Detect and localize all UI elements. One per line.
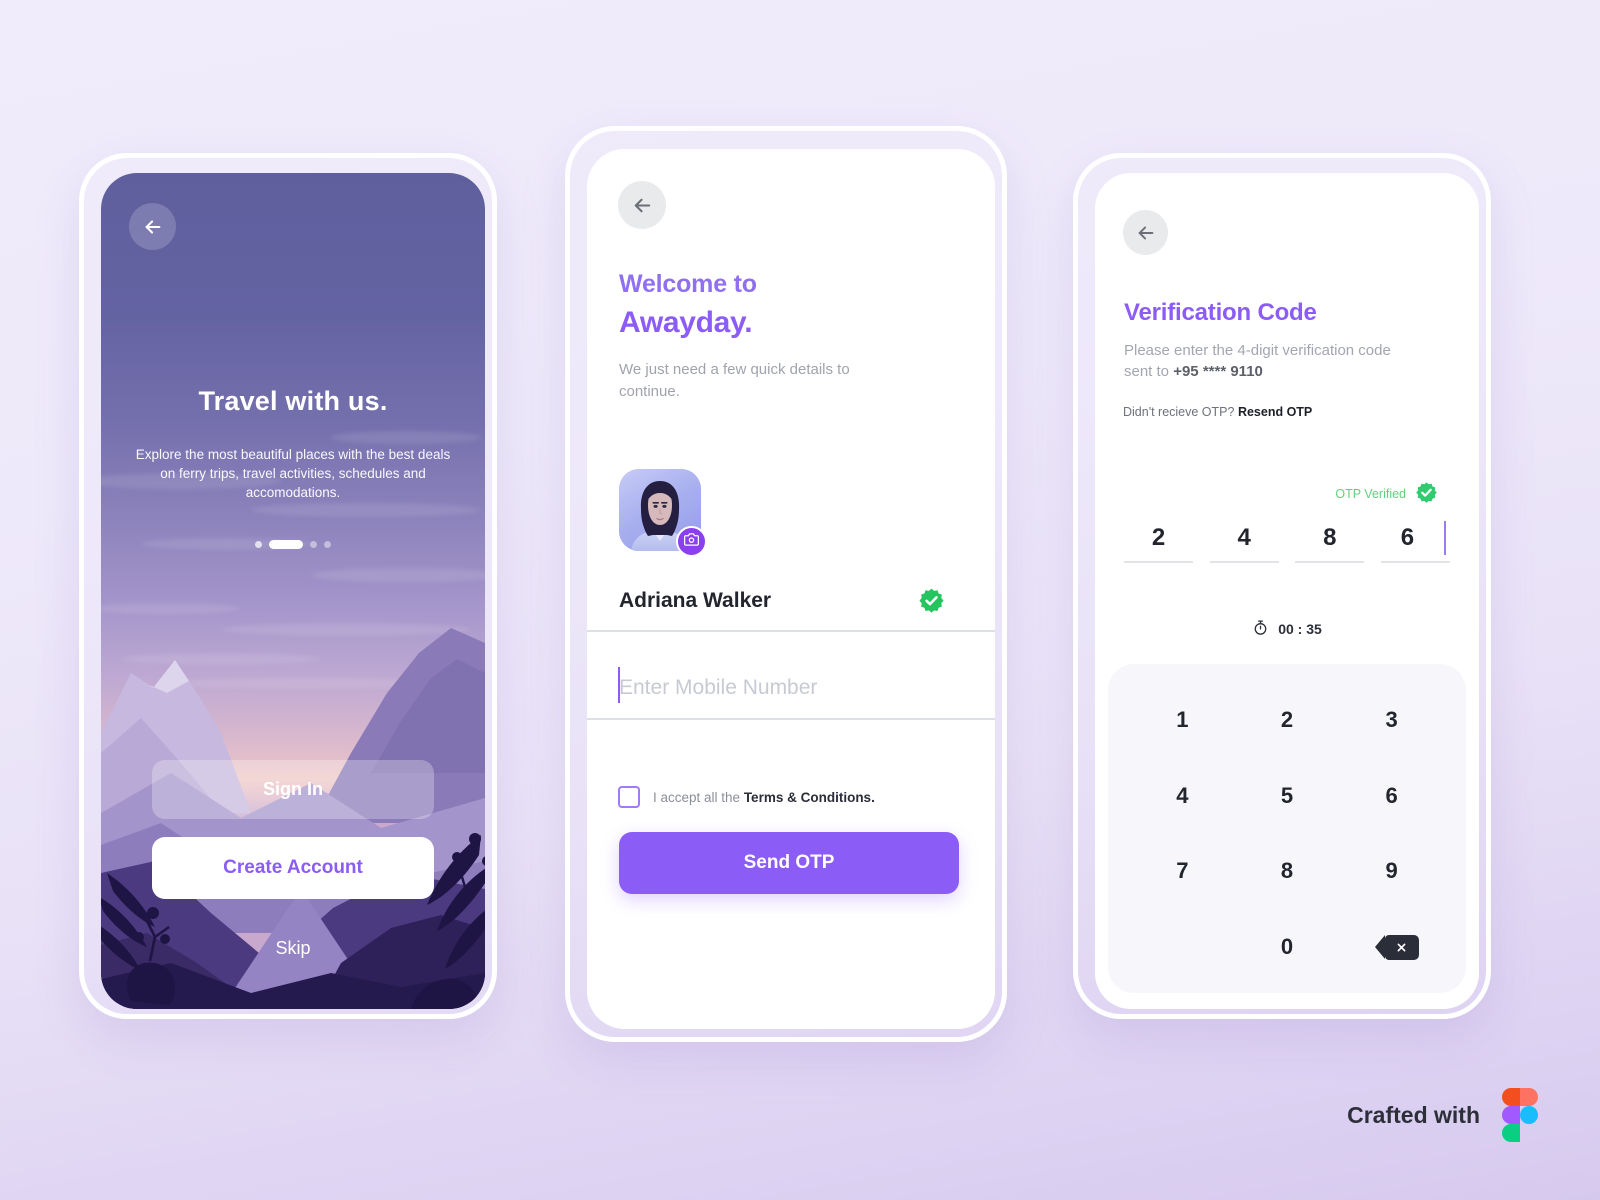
phone-frame-onboarding: Travel with us. Explore the most beautif… xyxy=(79,153,497,1019)
figma-logo-top-left xyxy=(1502,1088,1520,1106)
keypad-key-7[interactable]: 7 xyxy=(1130,834,1235,910)
back-button[interactable] xyxy=(1123,210,1168,255)
page-dot-0[interactable] xyxy=(255,541,262,548)
figma-logo-top-right xyxy=(1520,1088,1538,1106)
screen-onboarding: Travel with us. Explore the most beautif… xyxy=(101,173,485,1009)
otp-verified-label: OTP Verified xyxy=(1335,487,1406,501)
otp-underline-2 xyxy=(1295,561,1365,563)
terms-label: I accept all the Terms & Conditions. xyxy=(653,790,875,805)
back-button[interactable] xyxy=(129,203,176,250)
otp-digit-2: 8 xyxy=(1323,524,1337,551)
keypad-key-6[interactable]: 6 xyxy=(1339,758,1444,834)
stopwatch-icon xyxy=(1252,619,1269,639)
phone-frame-welcome: Welcome to Awayday. We just need a few q… xyxy=(565,126,1007,1042)
phone-frame-otp: Verification Code Please enter the 4-dig… xyxy=(1073,153,1491,1019)
otp-subtitle-phone: +95 **** 9110 xyxy=(1173,363,1263,381)
terms-checkbox[interactable] xyxy=(618,786,640,808)
name-field-value[interactable]: Adriana Walker xyxy=(619,589,771,613)
terms-row[interactable]: I accept all the Terms & Conditions. xyxy=(618,786,875,808)
onboarding-title: Travel with us. xyxy=(198,386,388,416)
back-button[interactable] xyxy=(618,181,666,229)
screen-otp: Verification Code Please enter the 4-dig… xyxy=(1095,173,1479,1009)
footer-text: Crafted with xyxy=(1347,1101,1480,1128)
send-otp-button[interactable]: Send OTP xyxy=(619,832,959,894)
screen-welcome: Welcome to Awayday. We just need a few q… xyxy=(587,149,995,1029)
terms-link[interactable]: Terms & Conditions. xyxy=(744,790,875,805)
camera-button[interactable] xyxy=(676,526,707,557)
onboarding-subtitle: Explore the most beautiful places with t… xyxy=(135,447,451,501)
keypad-key-9[interactable]: 9 xyxy=(1339,834,1444,910)
page-dot-1-active[interactable] xyxy=(269,540,303,549)
verified-badge-icon xyxy=(1415,481,1438,507)
keypad-key-0[interactable]: 0 xyxy=(1235,909,1340,985)
otp-digit-3: 6 xyxy=(1400,524,1415,551)
otp-cell-3[interactable]: 6 xyxy=(1380,521,1450,563)
figma-logo xyxy=(1502,1088,1538,1142)
page-dot-2[interactable] xyxy=(310,541,317,548)
phone-input-placeholder[interactable]: Enter Mobile Number xyxy=(619,676,817,700)
camera-icon xyxy=(684,532,699,552)
avatar-uploader[interactable] xyxy=(619,469,707,557)
arrow-left-icon xyxy=(631,194,654,217)
resend-otp-link[interactable]: Resend OTP xyxy=(1238,405,1312,419)
backspace-icon[interactable] xyxy=(1374,934,1419,960)
brand-name: Awayday. xyxy=(619,306,753,339)
otp-underline-1 xyxy=(1209,561,1279,563)
phone-field-underline xyxy=(587,718,995,720)
otp-digit-1: 4 xyxy=(1237,524,1251,551)
otp-underline-0 xyxy=(1124,561,1193,563)
otp-digit-0: 2 xyxy=(1151,524,1166,551)
keypad-key-8[interactable]: 8 xyxy=(1235,834,1340,910)
otp-subtitle: Please enter the 4-digit verification co… xyxy=(1124,340,1394,383)
arrow-left-icon xyxy=(142,216,164,238)
sign-in-button[interactable]: Sign In xyxy=(152,760,434,819)
numeric-keypad[interactable]: 1 2 3 4 5 6 7 8 9 0 xyxy=(1108,664,1466,993)
page-indicator[interactable] xyxy=(101,540,485,549)
otp-title: Verification Code xyxy=(1124,299,1317,326)
keypad-key-5[interactable]: 5 xyxy=(1235,758,1340,834)
otp-timer: 00 : 35 xyxy=(1095,619,1479,639)
figma-logo-middle-left xyxy=(1502,1106,1520,1124)
page-dot-3[interactable] xyxy=(324,541,331,548)
otp-caret xyxy=(1443,521,1446,555)
otp-cell-0[interactable]: 2 xyxy=(1124,521,1193,563)
otp-cell-2[interactable]: 8 xyxy=(1295,521,1365,563)
keypad-action-cell[interactable] xyxy=(1339,909,1444,985)
verified-badge-icon xyxy=(918,587,945,619)
arrow-left-icon xyxy=(1135,222,1157,244)
otp-input-row[interactable]: 2 4 8 6 xyxy=(1124,521,1450,563)
name-field-underline xyxy=(587,630,995,632)
keypad-key-blank xyxy=(1130,909,1235,985)
otp-timer-value: 00 : 35 xyxy=(1278,621,1322,637)
otp-verified-status: OTP Verified xyxy=(1335,481,1438,507)
create-account-button[interactable]: Create Account xyxy=(152,837,434,899)
keypad-key-2[interactable]: 2 xyxy=(1235,682,1340,758)
keypad-key-3[interactable]: 3 xyxy=(1339,682,1444,758)
resend-prefix: Didn't recieve OTP? xyxy=(1123,405,1238,419)
figma-logo-middle-right xyxy=(1520,1106,1538,1124)
resend-row: Didn't recieve OTP? Resend OTP xyxy=(1123,405,1312,419)
terms-prefix: I accept all the xyxy=(653,789,744,805)
otp-underline-3 xyxy=(1380,561,1450,563)
footer-credit: Crafted with xyxy=(1347,1088,1538,1142)
skip-button[interactable]: Skip xyxy=(101,938,485,959)
keypad-key-4[interactable]: 4 xyxy=(1130,758,1235,834)
welcome-subtitle: We just need a few quick details to cont… xyxy=(619,361,850,400)
figma-logo-bottom-left xyxy=(1502,1124,1520,1142)
otp-cell-1[interactable]: 4 xyxy=(1209,521,1279,563)
keypad-key-1[interactable]: 1 xyxy=(1130,682,1235,758)
welcome-line: Welcome to xyxy=(619,270,757,298)
